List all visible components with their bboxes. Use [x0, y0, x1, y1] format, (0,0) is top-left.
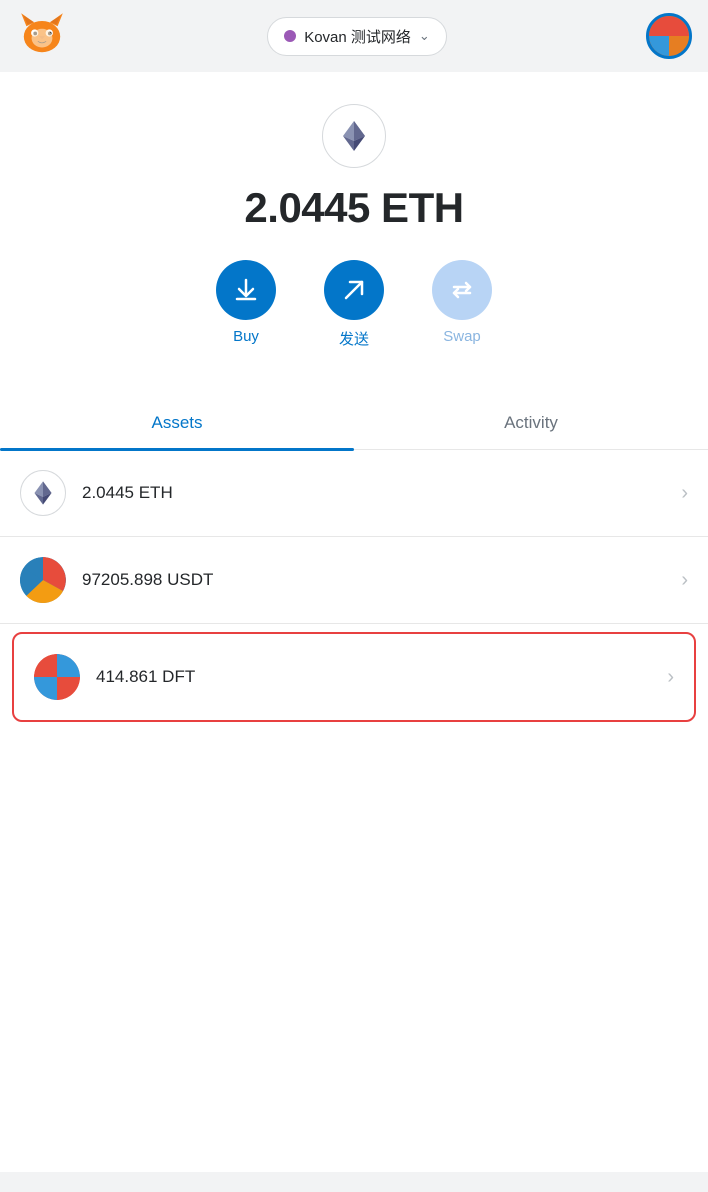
account-avatar[interactable]: [646, 13, 692, 59]
network-selector[interactable]: Kovan 测试网络 ⌄: [267, 17, 447, 56]
eth-asset-icon: [20, 470, 66, 516]
tab-activity[interactable]: Activity: [354, 397, 708, 449]
action-buttons: Buy 发送: [216, 260, 492, 349]
send-circle: [324, 260, 384, 320]
chevron-right-dft: ›: [667, 666, 674, 689]
dft-asset-name: 414.861 DFT: [96, 667, 667, 687]
dft-asset-icon: [34, 654, 80, 700]
eth-icon: [29, 479, 57, 507]
asset-item-eth[interactable]: 2.0445 ETH ›: [0, 450, 708, 537]
network-dot: [284, 30, 296, 42]
chevron-right-usdt: ›: [681, 569, 688, 592]
tab-assets[interactable]: Assets: [0, 397, 354, 449]
chevron-right-eth: ›: [681, 482, 688, 505]
eth-asset-name: 2.0445 ETH: [82, 483, 681, 503]
swap-icon: [449, 277, 475, 303]
balance-section: 2.0445 ETH Buy: [0, 72, 708, 389]
asset-item-dft[interactable]: 414.861 DFT ›: [12, 632, 696, 722]
metamask-logo: [16, 8, 68, 65]
usdt-asset-icon: [20, 557, 66, 603]
send-button[interactable]: 发送: [324, 260, 384, 349]
network-name: Kovan 测试网络: [304, 26, 411, 47]
balance-amount: 2.0445 ETH: [244, 184, 463, 232]
eth-logo-icon: [322, 104, 386, 168]
swap-circle: [432, 260, 492, 320]
usdt-asset-name: 97205.898 USDT: [82, 570, 681, 590]
header: Kovan 测试网络 ⌄: [0, 0, 708, 72]
send-icon: [341, 277, 367, 303]
avatar-inner: [649, 16, 689, 56]
asset-item-usdt[interactable]: 97205.898 USDT ›: [0, 537, 708, 624]
buy-button[interactable]: Buy: [216, 260, 276, 345]
swap-label: Swap: [443, 328, 481, 345]
chevron-down-icon: ⌄: [419, 28, 430, 44]
download-icon: [233, 277, 259, 303]
tabs: Assets Activity: [0, 397, 708, 450]
asset-list: 2.0445 ETH › 97205.898 USDT ›: [0, 450, 708, 722]
send-label: 发送: [339, 328, 369, 349]
eth-diamond-icon: [336, 118, 372, 154]
buy-label: Buy: [233, 328, 259, 345]
main-content: 2.0445 ETH Buy: [0, 72, 708, 1172]
swap-button[interactable]: Swap: [432, 260, 492, 345]
buy-circle: [216, 260, 276, 320]
